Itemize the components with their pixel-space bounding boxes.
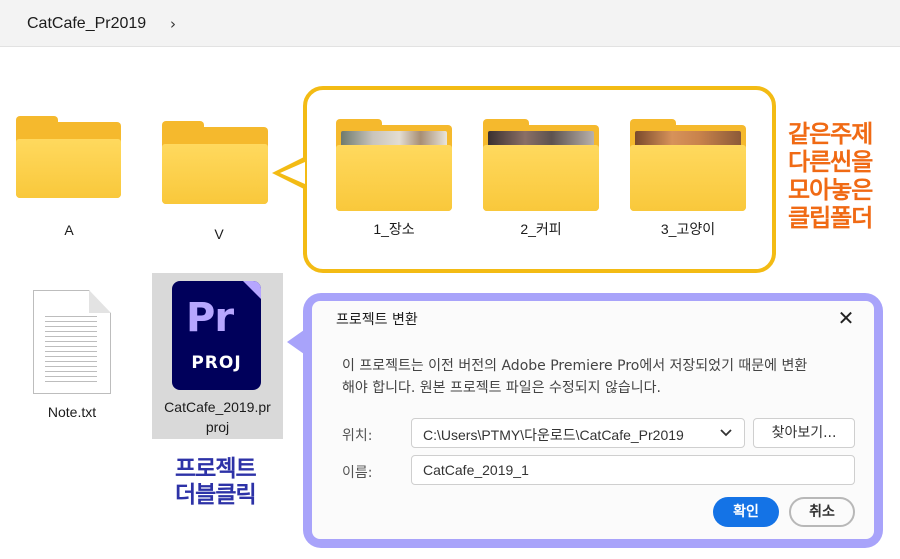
location-label: 위치: <box>342 428 373 444</box>
name-input[interactable]: CatCafe_2019_1 <box>411 455 855 485</box>
chevron-right-icon[interactable]: › <box>170 15 176 33</box>
callout-pointer-inner <box>280 162 305 184</box>
folder-3-icon[interactable] <box>630 119 746 211</box>
address-bar: CatCafe_Pr2019 › <box>0 0 900 47</box>
folder-v-label[interactable]: V <box>189 226 249 242</box>
folder-2-icon[interactable] <box>483 119 599 211</box>
folder-a-icon[interactable] <box>16 116 121 198</box>
dialog-message: 이 프로젝트는 이전 버전의 Adobe Premiere Pro에서 저장되었… <box>342 358 808 396</box>
location-select[interactable]: C:\Users\PTMY\다운로드\CatCafe_Pr2019 <box>411 418 745 448</box>
text-file-icon[interactable] <box>33 290 111 394</box>
blue-annotation: 프로젝트 더블클릭 <box>175 456 257 508</box>
premiere-project-icon: Pr PROJ <box>172 281 261 390</box>
breadcrumb-current[interactable]: CatCafe_Pr2019 <box>27 15 146 33</box>
dialog-pointer <box>287 330 304 354</box>
chevron-down-icon <box>720 429 732 437</box>
cancel-button[interactable]: 취소 <box>789 497 855 527</box>
orange-annotation: 같은주제 다른씬을 모아놓은 클립폴더 <box>788 120 873 232</box>
project-file-label: CatCafe_2019.pr proj <box>164 399 271 435</box>
close-icon[interactable]: ✕ <box>832 304 860 332</box>
note-file-label[interactable]: Note.txt <box>22 404 122 420</box>
folder-a-label[interactable]: A <box>39 222 99 238</box>
folder-3-label[interactable]: 3_고양이 <box>648 219 728 239</box>
convert-project-dialog: 프로젝트 변환 ✕ 이 프로젝트는 이전 버전의 Adobe Premiere … <box>312 301 874 539</box>
folder-v-icon[interactable] <box>162 121 268 204</box>
folder-2-label[interactable]: 2_커피 <box>501 219 581 239</box>
browse-button[interactable]: 찾아보기... <box>753 418 855 448</box>
dialog-title: 프로젝트 변환 <box>336 312 418 328</box>
folder-1-icon[interactable] <box>336 119 452 211</box>
folder-1-label[interactable]: 1_장소 <box>354 219 434 239</box>
ok-button[interactable]: 확인 <box>713 497 779 527</box>
project-file-tile[interactable]: Pr PROJ CatCafe_2019.pr proj <box>152 273 283 439</box>
name-label: 이름: <box>342 465 373 481</box>
